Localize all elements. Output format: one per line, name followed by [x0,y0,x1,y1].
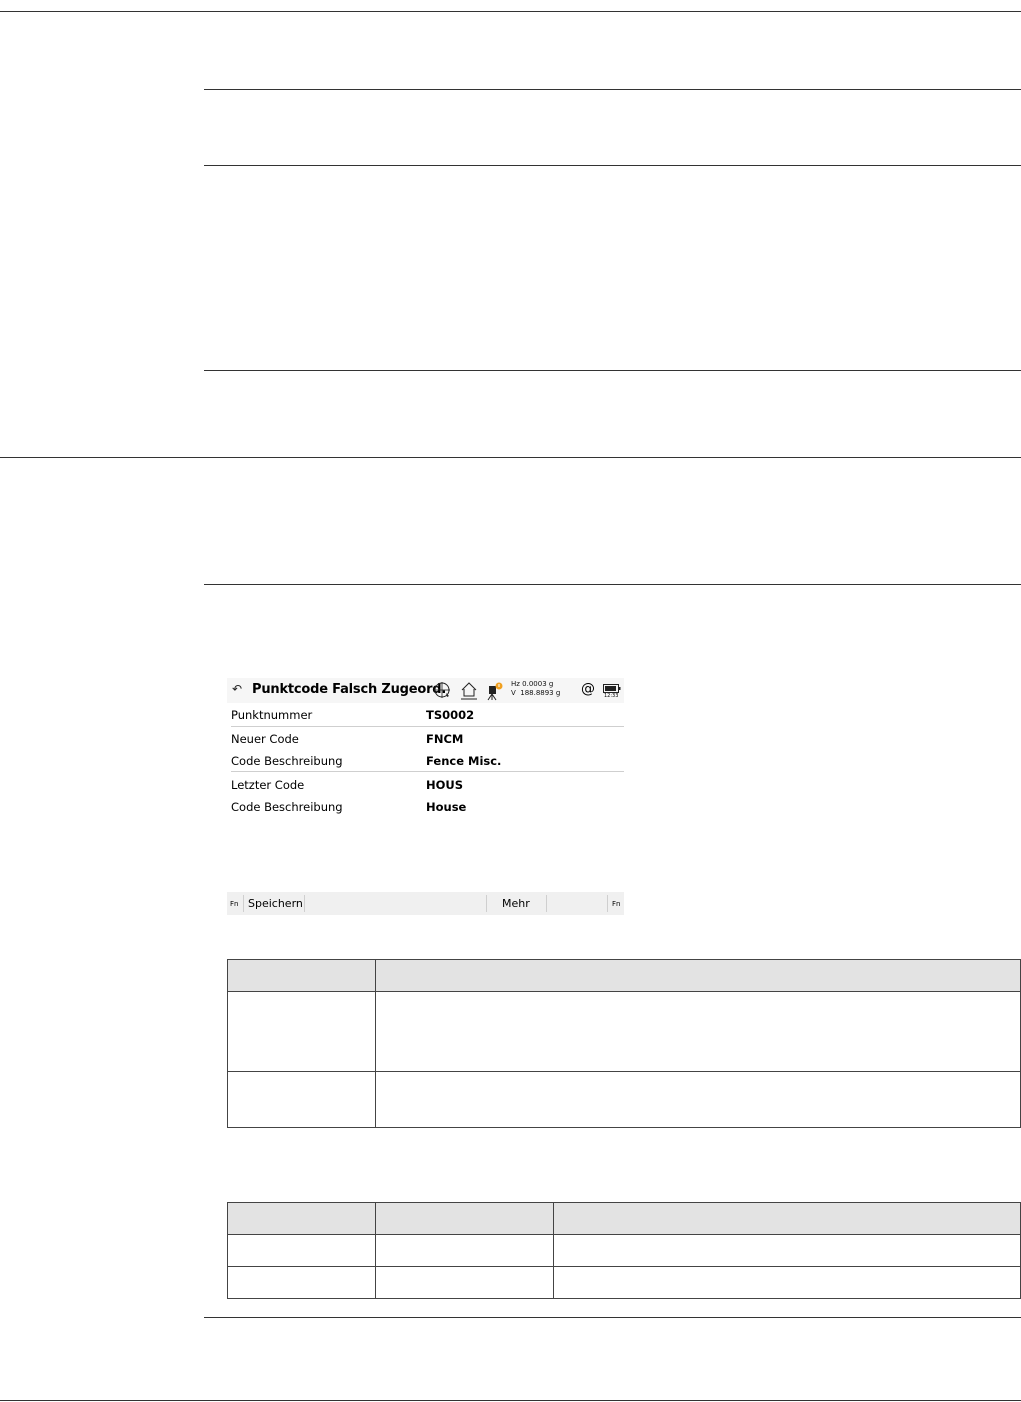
chapter-rule [0,457,1021,458]
field-label: Code Beschreibung [231,754,343,768]
field-label: Neuer Code [231,732,299,746]
field-value[interactable]: House [426,800,466,814]
row-separator [231,726,624,727]
table-cell [375,1234,554,1267]
device-screen: ↶ Punktcode Falsch Zugeord. Hz 0.0003 g … [227,678,624,915]
table-row [227,1234,1021,1267]
field-label: Code Beschreibung [231,800,343,814]
angle-readout: Hz 0.0003 g V 188.8893 g [511,680,560,698]
table-header-cell [553,1202,1021,1235]
table-cell [553,1266,1021,1299]
field-value[interactable]: Fence Misc. [426,754,501,768]
table-header-cell [375,959,1021,992]
instrument-warning-icon[interactable] [484,681,504,705]
at-icon[interactable]: @ [581,681,595,697]
field-value[interactable]: TS0002 [426,708,474,722]
hz-angle: Hz 0.0003 g [511,680,554,688]
softkey-table [227,959,1021,1128]
more-softkey[interactable]: Mehr [502,897,530,910]
screen-title: Punktcode Falsch Zugeord. [252,682,447,697]
bottom-rule [0,1400,1021,1401]
softkey-divider [607,895,608,912]
table-row [227,1266,1021,1299]
table-header-cell [227,1202,376,1235]
fn-right-key[interactable]: Fn [612,900,620,908]
softkey-divider [243,895,244,912]
table-header-cell [375,1202,554,1235]
field-label: Letzter Code [231,778,305,792]
field-row: Code Beschreibung House [231,800,620,816]
clock-time: 12:33 [604,693,619,699]
top-rule [0,11,1021,12]
field-row: Neuer Code FNCM [231,732,620,748]
save-softkey[interactable]: Speichern [248,897,303,910]
field-label: Punktnummer [231,708,313,722]
table-cell [227,1266,376,1299]
section-rule [204,1317,1021,1318]
title-bar: ↶ Punktcode Falsch Zugeord. Hz 0.0003 g … [227,678,624,703]
table-cell [375,1266,554,1299]
section-rule [204,89,1021,90]
table-header-row [227,959,1021,992]
field-row: Code Beschreibung Fence Misc. [231,754,620,770]
section-rule [204,370,1021,371]
field-row: Punktnummer TS0002 [231,708,620,724]
v-angle: V 188.8893 g [511,689,561,697]
table-row [227,991,1021,1072]
table-cell [375,991,1021,1072]
softkey-divider [486,895,487,912]
next-step-table [227,1202,1021,1299]
table-cell [227,991,376,1072]
table-cell [227,1071,376,1128]
target-icon[interactable] [433,681,453,705]
fn-left-key[interactable]: Fn [230,900,238,908]
table-header-row [227,1202,1021,1235]
table-header-cell [227,959,376,992]
table-cell [227,1234,376,1267]
table-cell [375,1071,1021,1128]
table-cell [553,1234,1021,1267]
field-value[interactable]: HOUS [426,778,463,792]
softkey-bar: Fn Speichern Mehr Fn [227,892,624,915]
section-rule [204,165,1021,166]
section-rule [204,584,1021,585]
back-arrow-icon[interactable]: ↶ [232,682,242,696]
field-row: Letzter Code HOUS [231,778,620,794]
field-value[interactable]: FNCM [426,732,463,746]
row-separator [231,771,624,772]
home-icon[interactable] [459,681,479,705]
softkey-divider [304,895,305,912]
table-row [227,1071,1021,1128]
softkey-divider [546,895,547,912]
